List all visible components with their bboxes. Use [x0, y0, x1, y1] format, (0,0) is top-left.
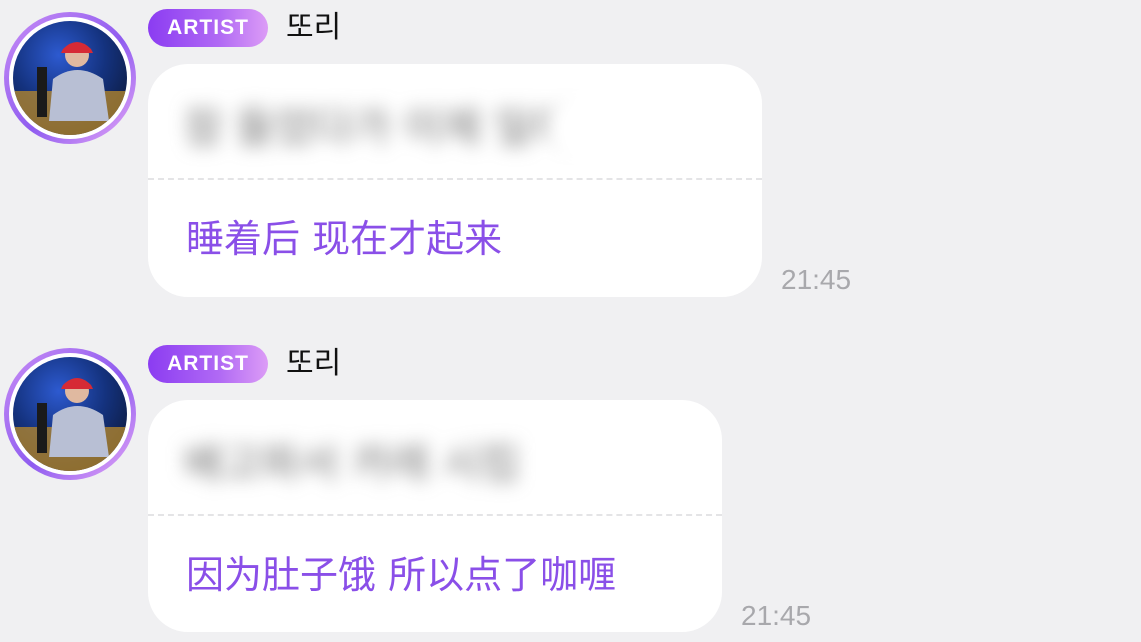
bubble-divider: [148, 514, 722, 516]
message-bubble[interactable]: 잠 들었다가 이제 일어났어요 睡着后 现在才起来: [148, 64, 762, 297]
artist-badge: ARTIST: [148, 345, 268, 383]
blur-overlay: [548, 88, 762, 168]
message-time: 21:45: [741, 600, 812, 631]
avatar-image-icon: [13, 378, 127, 471]
sender-name[interactable]: 또리: [286, 9, 341, 47]
artist-badge: ARTIST: [148, 9, 268, 47]
avatar-photo: [13, 357, 127, 471]
translated-text: 因为肚子饿 所以点了咖喱: [186, 553, 617, 597]
artist-avatar[interactable]: [4, 348, 136, 480]
artist-avatar[interactable]: [4, 12, 136, 144]
chat-message: ARTIST 또리 잠 들었다가 이제 일어났어요 睡着后 现在才起来 21:4…: [0, 0, 1141, 320]
translated-text: 睡着后 现在才起来: [186, 217, 503, 261]
chat-message: ARTIST 또리 배고파서 카레 시킴 因为肚子饿 所以点了咖喱 21:45: [0, 336, 1141, 642]
sender-name[interactable]: 또리: [286, 345, 341, 383]
original-text-area: 잠 들었다가 이제 일어났어요: [148, 64, 762, 180]
avatar-frame: [9, 353, 131, 475]
avatar-frame: [9, 17, 131, 139]
avatar-photo: [13, 21, 127, 135]
message-bubble[interactable]: 배고파서 카레 시킴 因为肚子饿 所以点了咖喱: [148, 400, 722, 632]
message-time: 21:45: [781, 264, 852, 295]
avatar-image-icon: [13, 42, 127, 135]
original-text-area: 배고파서 카레 시킴: [148, 400, 722, 516]
original-text-blurred: 배고파서 카레 시킴: [184, 439, 520, 488]
bubble-divider: [148, 178, 762, 180]
